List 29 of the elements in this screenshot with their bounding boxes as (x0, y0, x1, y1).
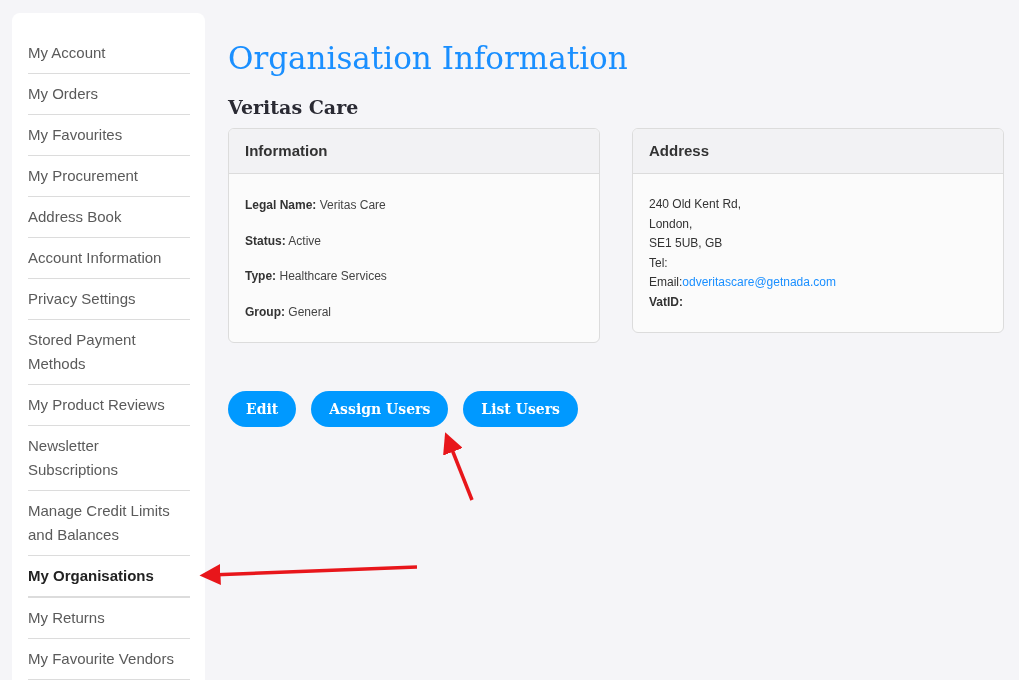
sidebar-item[interactable]: My Returns (28, 598, 190, 639)
address-line: 240 Old Kent Rd, (649, 196, 743, 213)
sidebar-item[interactable]: Stored Payment Methods (28, 320, 190, 385)
info-field: Status: Active (245, 223, 583, 259)
info-field: Group: General (245, 294, 583, 330)
card-title: Address (649, 142, 710, 159)
page-title: Organisation Information (228, 39, 629, 78)
info-field: Type: Healthcare Services (245, 259, 583, 295)
sidebar-item[interactable]: My Procurement (28, 156, 190, 197)
address-line: SE1 5UB, GB (649, 235, 724, 252)
sidebar-item[interactable]: My Orders (28, 74, 190, 115)
sidebar-item[interactable]: Address Book (28, 197, 190, 238)
sidebar-item[interactable]: Account Information (28, 238, 190, 279)
sidebar-item[interactable]: My Favourite Vendors (28, 639, 190, 680)
sidebar-item[interactable]: My Organisations (28, 556, 190, 598)
sidebar-item[interactable]: Manage Credit Limits and Balances (28, 491, 190, 556)
annotation-arrow (443, 432, 474, 501)
card-title: Information (245, 142, 328, 159)
address-line: Tel: (649, 254, 669, 272)
sidebar-item[interactable]: Newsletter Subscriptions (28, 426, 190, 491)
sidebar-item[interactable]: My Product Reviews (28, 385, 190, 426)
address-line: London, (649, 215, 694, 233)
sidebar-item[interactable]: My Favourites (28, 115, 190, 156)
info-field: Legal Name: Veritas Care (245, 188, 583, 224)
email-label: Email: (649, 275, 683, 289)
address-line: VatID: (649, 293, 684, 311)
sidebar-item[interactable]: My Account (28, 33, 190, 74)
sidebar-item[interactable]: Privacy Settings (28, 279, 190, 320)
organisation-name: Veritas Care (228, 95, 360, 120)
